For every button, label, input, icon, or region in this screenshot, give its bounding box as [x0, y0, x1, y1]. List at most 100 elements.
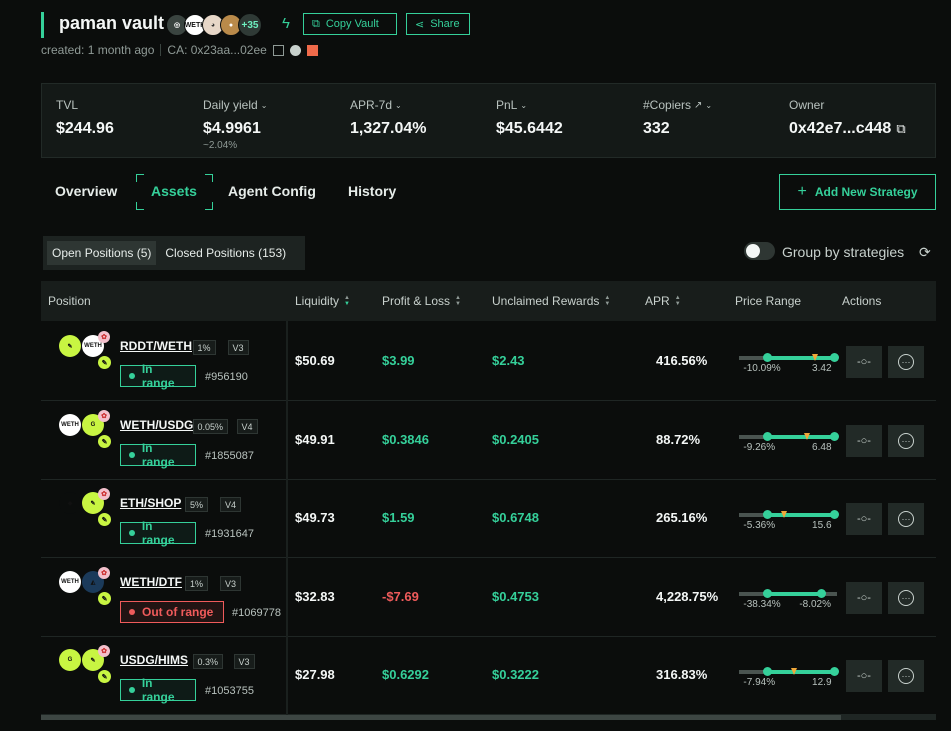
dex-icon: ✎ [98, 670, 111, 683]
pnl-value: $0.6292 [382, 667, 429, 682]
more-options-button[interactable]: ··· [888, 425, 924, 457]
owner-value: 0x42e7...c448 [789, 120, 892, 137]
fee-tier-badge: 0.05% [192, 419, 229, 434]
title-accent-bar [41, 12, 44, 38]
external-link-icon[interactable]: ↗ [694, 100, 702, 111]
refresh-icon[interactable]: ⟳ [919, 244, 931, 261]
stat-apr[interactable]: APR-7d ⌄ 1,327.04% [350, 98, 427, 138]
range-min-label: -9.26% [743, 442, 776, 453]
external-link-icon[interactable] [306, 44, 318, 56]
adjust-range-button[interactable]: -○- [846, 346, 882, 378]
price-range-bar [739, 432, 840, 441]
copy-vault-button[interactable]: ⧉ Copy Vault [303, 13, 397, 35]
stat-pnl[interactable]: PnL ⌄ $45.6442 [496, 98, 563, 138]
copier-avatars[interactable]: ◎ WETH ◕ ● +35 [166, 13, 262, 37]
add-strategy-button[interactable]: + Add New Strategy [779, 174, 936, 210]
adjust-range-button[interactable]: -○- [846, 582, 882, 614]
range-bound-dot [763, 432, 773, 441]
sort-icon: ▲ ▼ [455, 295, 461, 307]
range-bound-dot [830, 432, 840, 441]
range-bound-dot [830, 353, 840, 362]
status-dot [129, 373, 135, 379]
tab-agent-config[interactable]: Agent Config [228, 183, 316, 199]
pair-link[interactable]: RDDT/WETH [120, 339, 192, 353]
more-options-button[interactable]: ··· [888, 582, 924, 614]
toggle-knob [746, 244, 760, 258]
version-badge: V4 [236, 419, 258, 434]
copy-vault-label: Copy Vault [325, 18, 379, 30]
col-rewards[interactable]: Unclaimed Rewards ▲ ▼ [492, 294, 610, 308]
scrollbar-thumb[interactable] [41, 715, 841, 720]
nft-id: #956190 [205, 371, 248, 383]
range-bound-dot [763, 589, 773, 598]
col-liquidity[interactable]: Liquidity ▲ ▼ [295, 294, 350, 308]
share-button[interactable]: ⋖ Share [406, 13, 470, 35]
more-options-button[interactable]: ··· [888, 503, 924, 535]
fee-tier-badge: 0.3% [192, 654, 224, 669]
dex-icon: ✎ [98, 356, 111, 369]
apr-value: 1,327.04% [350, 120, 427, 137]
table-row[interactable]: ◆ ✎ ✎ ✿ ETH/SHOP 5% V4 In range #1931647… [41, 479, 936, 558]
current-price-marker [803, 433, 810, 440]
divider [160, 44, 162, 56]
chain-icon: ✿ [98, 410, 110, 422]
copiers-value: 332 [643, 120, 670, 137]
pair-link[interactable]: USDG/HIMS [120, 653, 188, 667]
share-label: Share [430, 18, 460, 30]
range-min-label: -5.36% [743, 520, 776, 531]
subtab-open-positions[interactable]: Open Positions (5) [47, 241, 157, 265]
dex-icon: ✎ [98, 592, 111, 605]
more-icon: ··· [898, 433, 914, 449]
pnl-value: $3.99 [382, 353, 415, 368]
tab-overview[interactable]: Overview [55, 183, 117, 199]
adjust-range-button[interactable]: -○- [846, 425, 882, 457]
table-row[interactable]: ✎ WETH ✎ ✿ RDDT/WETH 1% V3 In range #956… [41, 322, 936, 401]
more-icon: ··· [898, 668, 914, 684]
status-dot [129, 452, 135, 458]
col-label: Price Range [735, 294, 802, 308]
explorer-icon[interactable] [289, 44, 301, 56]
adjust-range-button[interactable]: -○- [846, 660, 882, 692]
price-range-bar [739, 667, 840, 676]
group-toggle[interactable] [744, 242, 775, 260]
stat-copiers[interactable]: #Copiers ↗ ⌄ 332 [643, 98, 712, 138]
yield-sub: ~2.04% [203, 140, 238, 151]
tab-history[interactable]: History [348, 183, 396, 199]
tab-focus-corner [205, 202, 213, 210]
more-options-button[interactable]: ··· [888, 660, 924, 692]
pair-link[interactable]: WETH/DTF [120, 575, 182, 589]
pair-link[interactable]: WETH/USDG [120, 418, 193, 432]
pnl-value: -$7.69 [382, 589, 419, 604]
rewards-value: $0.4753 [492, 589, 539, 604]
pair-link[interactable]: ETH/SHOP [120, 496, 181, 510]
col-label: Profit & Loss [382, 294, 451, 308]
chain-icon: ✿ [98, 645, 110, 657]
col-apr[interactable]: APR ▲ ▼ [645, 294, 681, 308]
more-options-button[interactable]: ··· [888, 346, 924, 378]
chevron-down-icon: ⌄ [705, 100, 713, 110]
apr-value: 316.83% [656, 667, 708, 682]
copy-address-icon[interactable] [272, 44, 284, 56]
col-label: Liquidity [295, 294, 340, 308]
version-badge: V4 [220, 497, 242, 512]
more-icon: ··· [898, 590, 914, 606]
status-label: In range [141, 676, 175, 704]
status-dot [129, 687, 135, 693]
table-row[interactable]: WETH G ✎ ✿ WETH/USDG 0.05% V4 In range #… [41, 401, 936, 480]
rewards-value: $0.3222 [492, 667, 539, 682]
sort-icon: ▲ ▼ [674, 295, 681, 307]
vault-meta: created: 1 month ago CA: 0x23aa...02ee [41, 43, 318, 57]
table-row[interactable]: G ✎ ✎ ✿ USDG/HIMS 0.3% V3 In range #1053… [41, 636, 936, 715]
adjust-range-button[interactable]: -○- [846, 503, 882, 535]
stat-daily-yield[interactable]: Daily yield ⌄ $4.9961 ~2.04% [203, 98, 267, 151]
subtab-closed-positions[interactable]: Closed Positions (153) [160, 241, 291, 265]
share-icon: ⋖ [415, 18, 425, 31]
table-row[interactable]: WETH ◭ ✎ ✿ WETH/DTF 1% V3 Out of range #… [41, 558, 936, 637]
col-pnl[interactable]: Profit & Loss ▲ ▼ [382, 294, 461, 308]
more-icon: ··· [898, 354, 914, 370]
status-label: Out of range [142, 605, 214, 619]
copy-icon[interactable]: ⧉ [896, 121, 905, 137]
horizontal-scrollbar[interactable] [41, 715, 936, 720]
tab-assets[interactable]: Assets [151, 183, 197, 199]
range-fill [767, 356, 835, 360]
